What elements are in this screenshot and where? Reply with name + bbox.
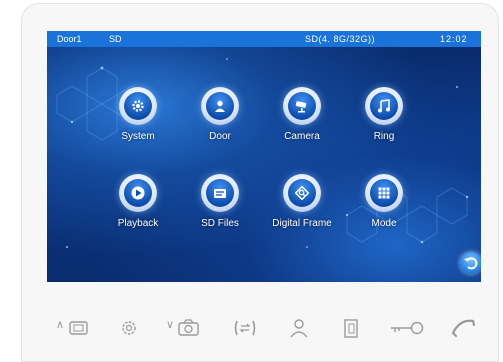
snapshot-key[interactable]	[177, 315, 201, 341]
door-label: Door1	[57, 34, 82, 44]
user-key[interactable]	[288, 315, 310, 341]
snapshot-key-prefix: ∨	[166, 319, 175, 331]
sd-files-button[interactable]: SD Files	[175, 174, 265, 244]
grid-icon	[378, 187, 390, 199]
back-button[interactable]	[460, 252, 481, 274]
monitor-key-prefix: ∧	[56, 319, 65, 331]
hexagon-background-decoration	[56, 58, 469, 248]
digital-frame-button[interactable]: Digital Frame	[257, 174, 347, 244]
key-icon	[391, 321, 424, 335]
handset-icon	[451, 319, 476, 338]
door-key[interactable]	[340, 315, 362, 341]
camera-label: Camera	[284, 131, 320, 142]
door-button[interactable]: Door	[175, 87, 265, 157]
gear-icon	[122, 321, 136, 335]
transfer-key[interactable]	[231, 315, 259, 341]
unlock-key[interactable]	[389, 315, 425, 341]
picture-frame-icon	[295, 186, 309, 200]
mode-button[interactable]: Mode	[339, 174, 429, 244]
playback-button[interactable]: Playback	[93, 174, 183, 244]
status-bar: Door1 SD SD(4. 8G/32G)) 12:02	[47, 31, 481, 47]
transfer-icon	[234, 320, 256, 336]
settings-key[interactable]	[118, 315, 140, 341]
person-icon	[290, 319, 308, 338]
monitor-icon	[69, 321, 88, 335]
camera-icon	[295, 101, 307, 113]
play-icon	[131, 186, 145, 200]
music-note-icon	[378, 99, 390, 113]
playback-label: Playback	[117, 218, 159, 229]
system-button[interactable]: System	[93, 87, 183, 157]
camera-button[interactable]: Camera	[257, 87, 347, 157]
person-icon	[215, 100, 225, 112]
return-arrow-icon	[464, 257, 478, 270]
mode-label: Mode	[371, 218, 397, 229]
digital-frame-label: Digital Frame	[272, 218, 332, 229]
sd-card-icon	[214, 189, 226, 198]
door-label: Door	[209, 131, 231, 142]
monitor-screen: Door1 SD SD(4. 8G/32G)) 12:02 System Doo…	[47, 31, 481, 282]
system-label: System	[121, 131, 155, 142]
camera-icon	[178, 319, 199, 336]
sd-files-label: SD Files	[201, 218, 239, 229]
monitor-key[interactable]	[68, 315, 90, 341]
call-key[interactable]	[450, 315, 476, 341]
hardware-key-bar: ∧ ∨	[22, 307, 498, 349]
ring-label: Ring	[373, 131, 395, 142]
gear-icon	[132, 100, 144, 112]
storage-label: SD	[109, 34, 122, 44]
sd-capacity: SD(4. 8G/32G))	[305, 34, 376, 44]
clock: 12:02	[440, 34, 468, 44]
door-icon	[344, 319, 358, 338]
ring-button[interactable]: Ring	[339, 87, 429, 157]
